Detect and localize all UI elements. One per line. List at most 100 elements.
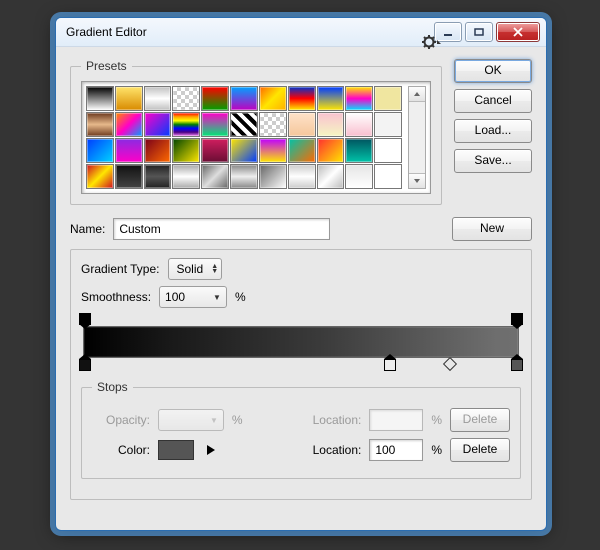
preset-swatch[interactable] <box>374 86 402 111</box>
preset-swatch[interactable] <box>172 86 200 111</box>
preset-swatch[interactable] <box>172 112 200 137</box>
color-stop-3[interactable] <box>511 359 523 371</box>
close-button[interactable] <box>496 22 540 42</box>
preset-swatch[interactable] <box>230 86 258 111</box>
preset-swatch[interactable] <box>86 112 114 137</box>
cancel-button[interactable]: Cancel <box>454 89 532 113</box>
preset-swatch[interactable] <box>288 164 316 189</box>
preset-swatch[interactable] <box>230 164 258 189</box>
color-menu-arrow-icon[interactable] <box>207 445 215 455</box>
select-arrows-icon: ▲▼ <box>211 264 218 274</box>
preset-swatch[interactable] <box>115 112 143 137</box>
preset-swatch[interactable] <box>259 138 287 163</box>
gradient-bar[interactable] <box>83 326 519 358</box>
preset-swatch[interactable] <box>259 164 287 189</box>
opacity-location-unit: % <box>431 413 442 427</box>
preset-swatch[interactable] <box>288 138 316 163</box>
preset-swatch[interactable] <box>115 138 143 163</box>
color-swatch[interactable] <box>158 440 194 460</box>
smoothness-label: Smoothness: <box>81 290 151 304</box>
ok-button[interactable]: OK <box>454 59 532 83</box>
preset-swatch[interactable] <box>259 86 287 111</box>
presets-grid <box>81 81 431 194</box>
stops-legend: Stops <box>92 380 133 394</box>
preset-swatch[interactable] <box>172 138 200 163</box>
preset-swatch[interactable] <box>115 164 143 189</box>
preset-swatch[interactable] <box>144 138 172 163</box>
opacity-delete-button: Delete <box>450 408 510 432</box>
color-location-input[interactable] <box>369 439 423 461</box>
preset-swatch[interactable] <box>201 112 229 137</box>
preset-swatch[interactable] <box>317 138 345 163</box>
preset-swatch[interactable] <box>345 164 373 189</box>
preset-swatch[interactable] <box>374 138 402 163</box>
color-delete-button[interactable]: Delete <box>450 438 510 462</box>
preset-swatch[interactable] <box>230 138 258 163</box>
load-button[interactable]: Load... <box>454 119 532 143</box>
gradient-type-label: Gradient Type: <box>81 262 160 276</box>
smoothness-unit: % <box>235 290 246 304</box>
opacity-unit: % <box>232 413 243 427</box>
presets-legend: Presets <box>81 59 132 73</box>
preset-swatch[interactable] <box>172 164 200 189</box>
preset-swatch[interactable] <box>374 164 402 189</box>
window-title: Gradient Editor <box>66 25 147 39</box>
smoothness-value[interactable] <box>160 287 200 307</box>
opacity-stop-right[interactable] <box>511 313 523 325</box>
color-stop-2[interactable] <box>384 359 396 371</box>
presets-fieldset: Presets <box>70 59 442 205</box>
preset-swatch[interactable] <box>345 112 373 137</box>
color-stop-1[interactable] <box>79 359 91 371</box>
maximize-button[interactable] <box>465 22 493 42</box>
color-location-unit: % <box>431 443 442 457</box>
opacity-label: Opacity: <box>92 413 150 427</box>
dropdown-arrow-icon: ▼ <box>205 416 223 425</box>
gradient-editor-window: Gradient Editor Presets <box>55 17 547 531</box>
dropdown-arrow-icon: ▼ <box>208 293 226 302</box>
color-label: Color: <box>92 443 150 457</box>
preset-swatch[interactable] <box>86 86 114 111</box>
preset-swatch[interactable] <box>230 112 258 137</box>
opacity-input: ▼ <box>158 409 224 431</box>
presets-menu-button[interactable] <box>422 35 442 52</box>
preset-swatch[interactable] <box>144 86 172 111</box>
scroll-down-button[interactable] <box>409 173 425 188</box>
midpoint-marker[interactable] <box>443 357 457 371</box>
name-input[interactable] <box>113 218 330 240</box>
scroll-up-button[interactable] <box>409 87 425 102</box>
preset-swatch[interactable] <box>317 164 345 189</box>
preset-swatch[interactable] <box>317 86 345 111</box>
save-button[interactable]: Save... <box>454 149 532 173</box>
preset-swatch[interactable] <box>288 112 316 137</box>
preset-swatch[interactable] <box>374 112 402 137</box>
titlebar[interactable]: Gradient Editor <box>56 18 546 47</box>
preset-swatch[interactable] <box>201 86 229 111</box>
color-location-label: Location: <box>313 443 362 457</box>
stops-fieldset: Stops Opacity: ▼ % Location: % Delete Co… <box>81 380 521 479</box>
preset-swatch[interactable] <box>201 138 229 163</box>
scroll-track[interactable] <box>409 102 425 173</box>
preset-swatch[interactable] <box>201 164 229 189</box>
preset-swatch[interactable] <box>86 138 114 163</box>
opacity-location-input <box>369 409 423 431</box>
preset-swatch[interactable] <box>317 112 345 137</box>
opacity-value <box>159 410 197 430</box>
gradient-settings-fieldset: Gradient Type: Solid ▲▼ Smoothness: ▼ % <box>70 249 532 500</box>
opacity-location-label: Location: <box>313 413 362 427</box>
gradient-type-value: Solid <box>177 262 204 276</box>
gradient-preview[interactable] <box>83 326 519 358</box>
new-button[interactable]: New <box>452 217 532 241</box>
opacity-stop-left[interactable] <box>79 313 91 325</box>
preset-swatch[interactable] <box>144 112 172 137</box>
name-label: Name: <box>70 222 105 236</box>
preset-swatch[interactable] <box>144 164 172 189</box>
preset-swatch[interactable] <box>115 86 143 111</box>
smoothness-input[interactable]: ▼ <box>159 286 227 308</box>
presets-scrollbar[interactable] <box>408 86 426 189</box>
preset-swatch[interactable] <box>345 86 373 111</box>
preset-swatch[interactable] <box>288 86 316 111</box>
preset-swatch[interactable] <box>345 138 373 163</box>
preset-swatch[interactable] <box>86 164 114 189</box>
preset-swatch[interactable] <box>259 112 287 137</box>
gradient-type-select[interactable]: Solid ▲▼ <box>168 258 223 280</box>
